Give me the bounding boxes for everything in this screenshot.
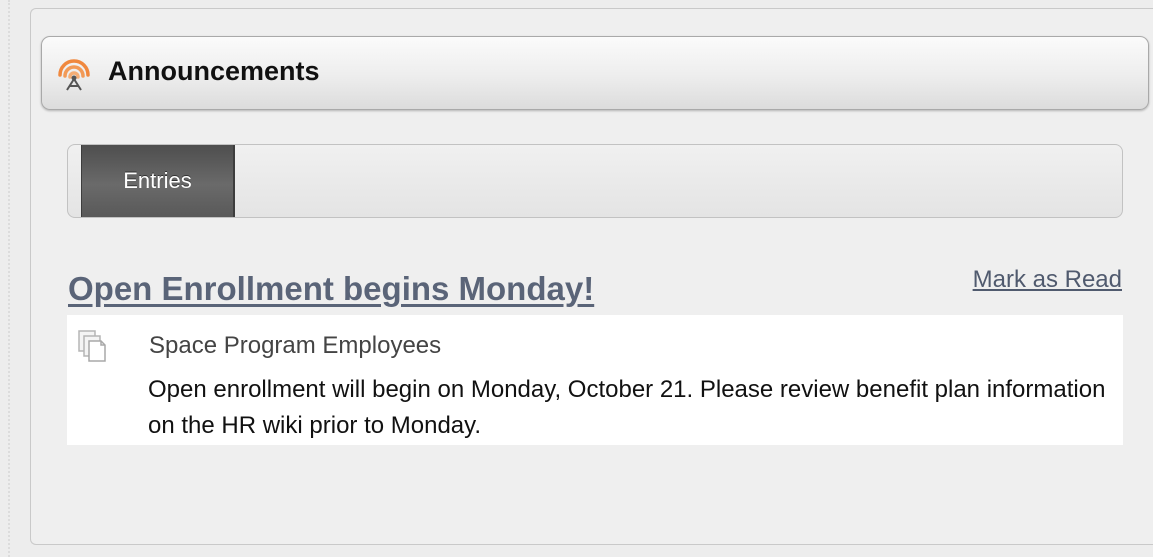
- announcement-title-link[interactable]: Open Enrollment begins Monday!: [68, 269, 594, 309]
- portlet-header: Announcements: [41, 36, 1149, 110]
- tab-entries-label: Entries: [123, 168, 192, 193]
- broadcast-icon: [56, 55, 92, 91]
- announcement-entry: Space Program Employees Open enrollment …: [67, 315, 1123, 445]
- announcement-content: Open enrollment will begin on Monday, Oc…: [148, 376, 1106, 439]
- page-edge-divider: [8, 0, 10, 557]
- announcements-portlet: Announcements Entries Open Enrollment be…: [30, 8, 1153, 545]
- mark-as-read-link[interactable]: Mark as Read: [973, 265, 1122, 295]
- tab-entries[interactable]: Entries: [81, 145, 235, 217]
- announcement-scope: Space Program Employees: [149, 332, 442, 359]
- tab-bar: Entries: [67, 144, 1123, 218]
- portlet-title: Announcements: [108, 56, 320, 86]
- documents-icon: [77, 329, 109, 363]
